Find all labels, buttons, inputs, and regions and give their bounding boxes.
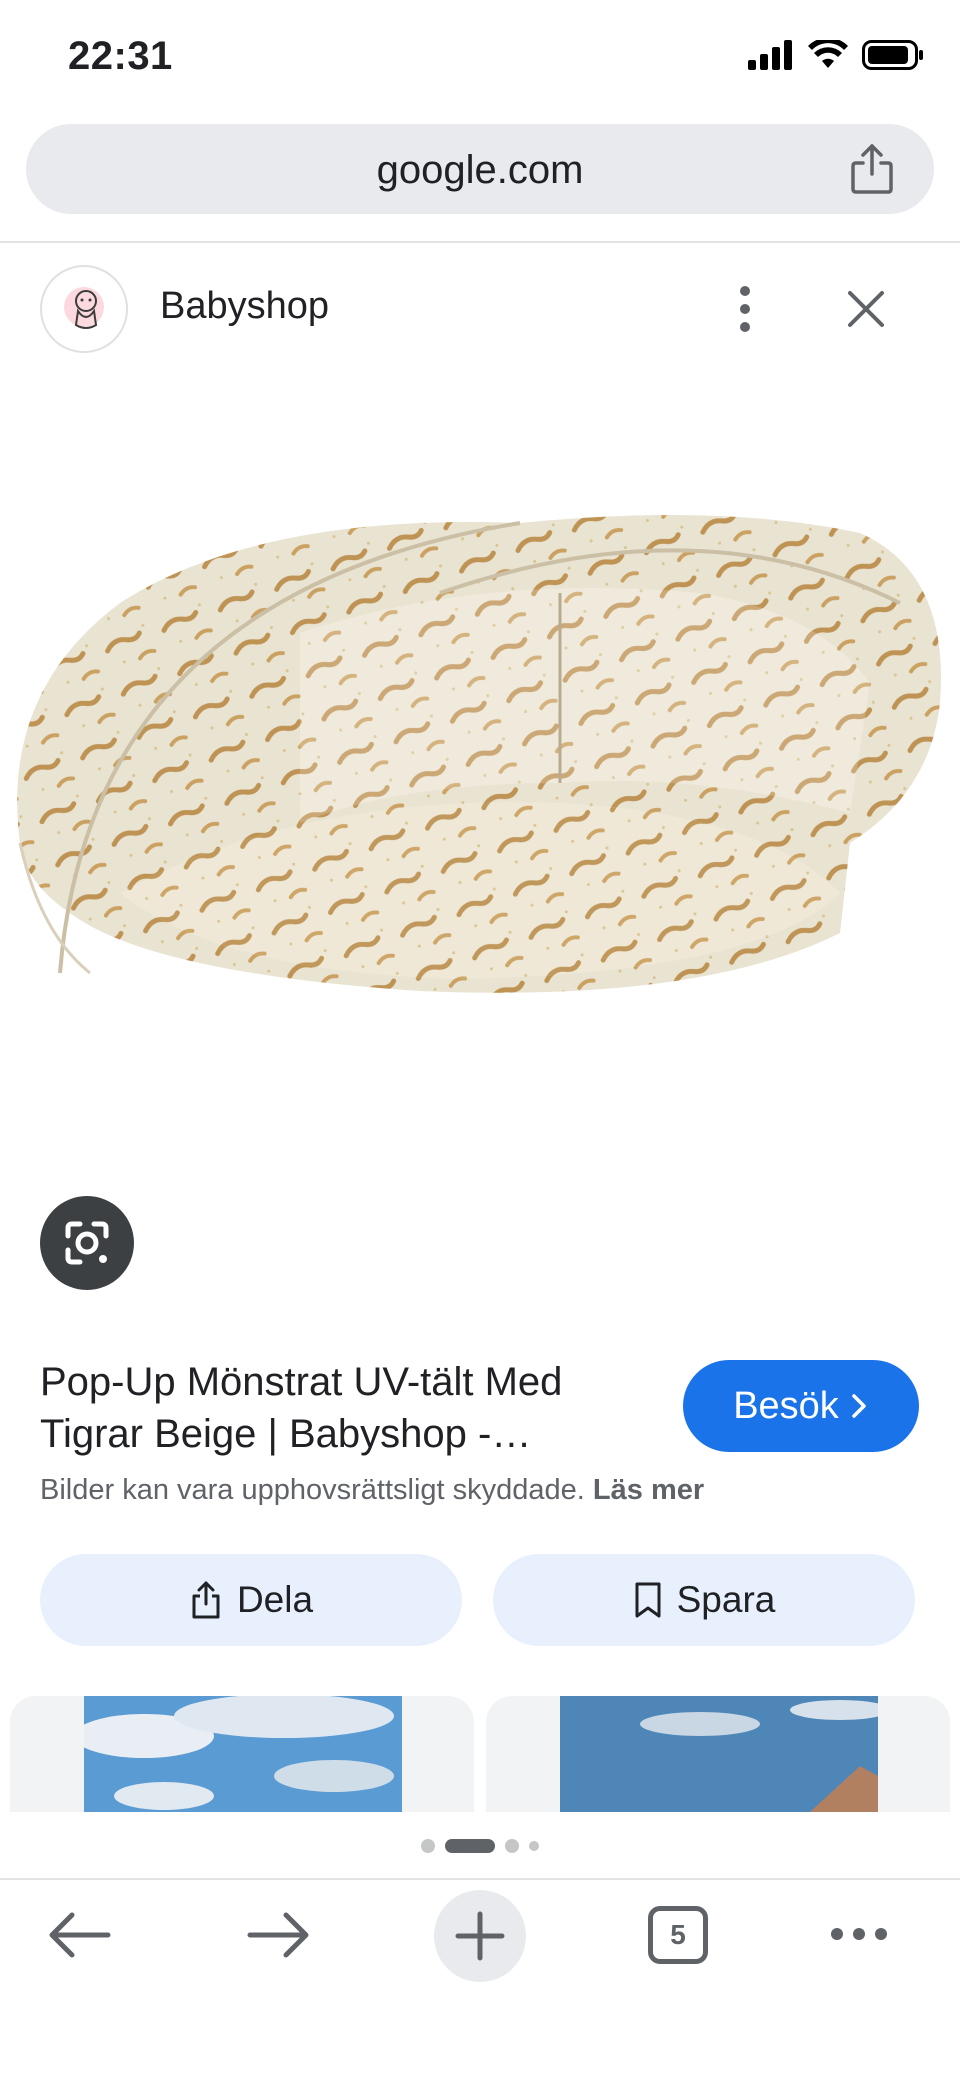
- share-label: Dela: [236, 1579, 314, 1620]
- wifi-icon: [808, 40, 848, 68]
- more-horizontal-icon[interactable]: [828, 1924, 890, 1944]
- source-header: Babyshop: [0, 243, 960, 373]
- related-images: [0, 1696, 960, 1812]
- visit-label: Besök: [733, 1384, 839, 1427]
- related-card[interactable]: [486, 1696, 950, 1812]
- pager-dot-active: [445, 1839, 495, 1853]
- share-icon: [192, 1581, 220, 1619]
- lens-icon: [65, 1221, 109, 1265]
- chevron-right-icon: [852, 1394, 866, 1418]
- save-button[interactable]: Spara: [493, 1554, 915, 1646]
- copyright-text: Bilder kan vara upphovsrättsligt skyddad…: [40, 1474, 585, 1506]
- tab-switcher-button[interactable]: 5: [648, 1906, 708, 1964]
- pager-dot: [421, 1839, 435, 1853]
- plus-icon: [455, 1911, 505, 1961]
- result-title[interactable]: Pop-Up Mönstrat UV-tält Med Tigrar Beige…: [40, 1356, 640, 1460]
- sky-image: [74, 1696, 402, 1812]
- more-options-icon[interactable]: [730, 283, 760, 335]
- back-arrow-icon[interactable]: [46, 1910, 112, 1960]
- tent-illustration: [17, 515, 941, 993]
- baby-logo-icon: [44, 269, 126, 351]
- forward-arrow-icon[interactable]: [246, 1910, 312, 1960]
- source-name[interactable]: Babyshop: [160, 285, 329, 328]
- share-button[interactable]: Dela: [40, 1554, 462, 1646]
- status-time: 22:31: [68, 34, 173, 78]
- tab-count: 5: [670, 1919, 686, 1950]
- read-more-link[interactable]: Läs mer: [593, 1474, 704, 1506]
- battery-icon: [862, 40, 923, 70]
- related-thumbnail: [74, 1696, 402, 1812]
- bookmark-icon: [635, 1582, 661, 1618]
- google-lens-button[interactable]: [40, 1196, 134, 1290]
- pager-dot: [505, 1839, 519, 1853]
- beach-sky-image: [560, 1696, 890, 1812]
- address-bar[interactable]: google.com: [26, 124, 934, 214]
- copyright-notice: Bilder kan vara upphovsrättsligt skyddad…: [40, 1474, 704, 1507]
- share-icon[interactable]: [846, 142, 898, 196]
- url-text: google.com: [376, 148, 584, 192]
- bottom-toolbar: 5: [0, 1880, 960, 1990]
- source-logo[interactable]: [40, 265, 128, 353]
- save-label: Spara: [676, 1579, 776, 1620]
- status-icons: [748, 40, 924, 70]
- cellular-signal-icon: [748, 40, 792, 70]
- pager-dots: [0, 1836, 960, 1856]
- home-indicator-area: [0, 1990, 960, 2079]
- status-bar: 22:31: [0, 0, 960, 118]
- product-image[interactable]: [0, 373, 960, 1328]
- pager-dot: [529, 1841, 539, 1851]
- related-thumbnail: [560, 1696, 890, 1812]
- related-card[interactable]: [10, 1696, 474, 1812]
- new-tab-button[interactable]: [434, 1890, 526, 1982]
- close-icon[interactable]: [842, 285, 890, 333]
- visit-button[interactable]: Besök: [683, 1360, 919, 1452]
